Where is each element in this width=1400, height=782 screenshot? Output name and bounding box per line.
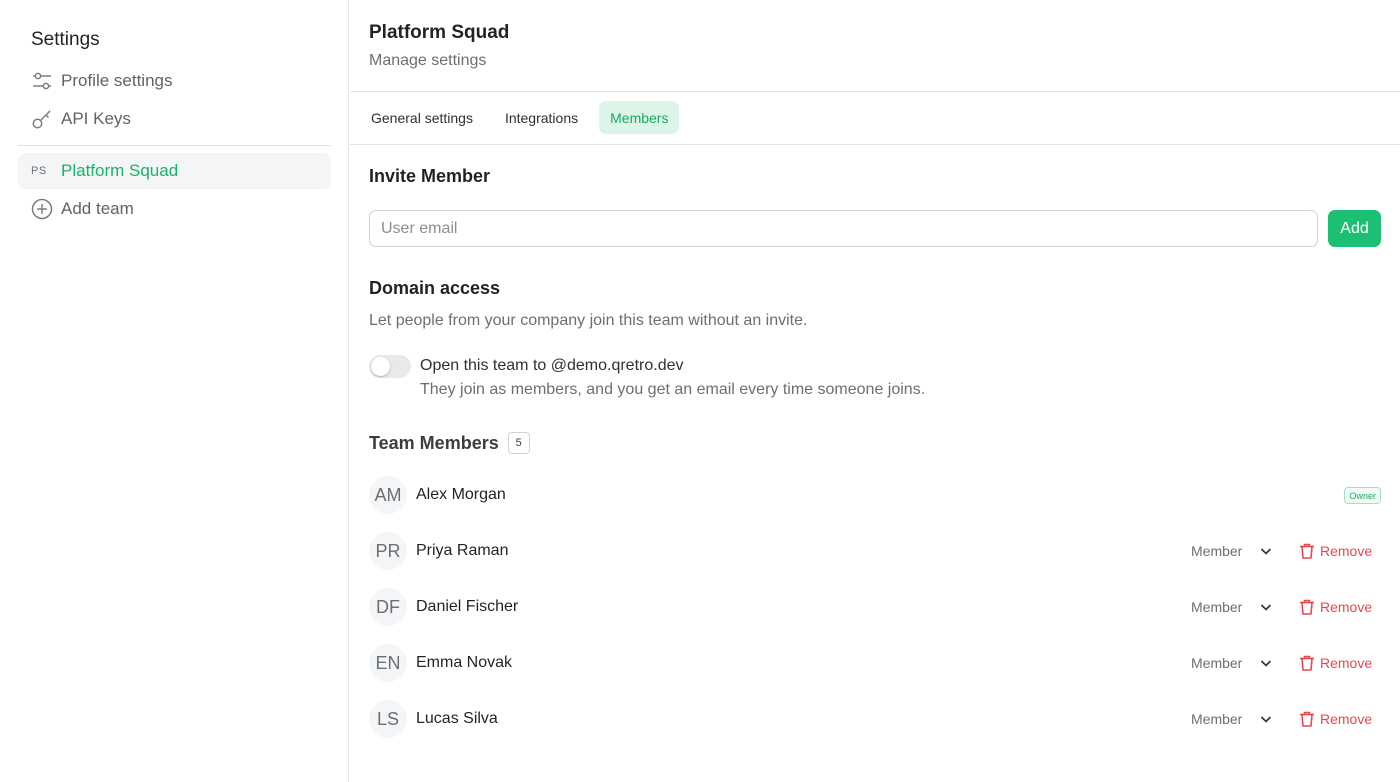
domain-toggle-help: They join as members, and you get an ema… [420,381,926,398]
member-row: DF Daniel Fischer Member Remove [369,587,1381,627]
sidebar-item-label: API Keys [61,109,131,128]
member-name: Daniel Fischer [416,598,519,615]
chevron-down-icon [1259,656,1273,670]
user-email-input[interactable] [369,210,1318,247]
remove-member-button[interactable]: Remove [1298,539,1372,563]
team-abbreviation: PS [31,165,47,177]
team-name: Platform Squad [61,161,179,180]
member-name: Lucas Silva [416,710,498,727]
settings-tabs: General settings Integrations Members [360,101,680,134]
member-row: EN Emma Novak Member Remove [369,643,1381,683]
tab-members[interactable]: Members [599,101,680,134]
trash-icon [1298,654,1316,672]
role-value: Member [1191,599,1243,615]
avatar: LS [369,700,407,738]
role-select[interactable]: Member [1191,595,1273,619]
sidebar-divider [18,145,331,146]
remove-label: Remove [1320,655,1373,671]
member-row: AM Alex Morgan Owner [369,475,1381,515]
tab-general-settings[interactable]: General settings [360,101,484,134]
avatar: AM [369,476,407,514]
add-team-button[interactable]: Add team [31,195,134,223]
add-member-button[interactable]: Add [1328,210,1381,247]
chevron-down-icon [1259,544,1273,558]
domain-access-heading: Domain access [369,278,501,298]
sidebar-item-platform-squad[interactable]: PS Platform Squad [18,153,331,189]
remove-member-button[interactable]: Remove [1298,651,1372,675]
tab-integrations[interactable]: Integrations [494,101,589,134]
avatar: EN [369,644,407,682]
domain-access-toggle[interactable] [369,355,411,378]
sidebar-item-label: Profile settings [61,71,173,90]
header-divider [350,91,1400,92]
domain-toggle-label: Open this team to @demo.qretro.dev [420,357,684,374]
settings-sidebar: Settings Profile settings API Keys PS Pl… [0,0,349,782]
role-select[interactable]: Member [1191,707,1273,731]
avatar: DF [369,588,407,626]
chevron-down-icon [1259,712,1273,726]
key-icon [31,108,53,130]
chevron-down-icon [1259,600,1273,614]
member-row: PR Priya Raman Member Remove [369,531,1381,571]
add-team-label: Add team [61,199,134,218]
member-name: Alex Morgan [416,486,506,503]
sidebar-title: Settings [31,29,100,50]
remove-label: Remove [1320,599,1373,615]
role-value: Member [1191,711,1243,727]
page-title: Platform Squad [369,22,510,43]
team-members-heading: Team Members 5 [369,432,530,454]
owner-badge: Owner [1344,487,1381,504]
domain-access-description: Let people from your company join this t… [369,312,808,329]
member-name: Emma Novak [416,654,513,671]
plus-circle-icon [31,198,53,220]
tabs-divider [350,144,1400,145]
main-panel: Platform Squad Manage settings General s… [350,0,1400,782]
toggle-knob [371,357,390,376]
remove-label: Remove [1320,711,1373,727]
remove-member-button[interactable]: Remove [1298,707,1372,731]
sidebar-item-api-keys[interactable]: API Keys [31,105,131,133]
sidebar-item-profile-settings[interactable]: Profile settings [31,67,173,95]
trash-icon [1298,598,1316,616]
role-select[interactable]: Member [1191,539,1273,563]
member-name: Priya Raman [416,542,509,559]
avatar: PR [369,532,407,570]
role-value: Member [1191,655,1243,671]
member-row: LS Lucas Silva Member Remove [369,699,1381,739]
sliders-icon [31,70,53,92]
remove-member-button[interactable]: Remove [1298,595,1372,619]
page-subtitle: Manage settings [369,52,487,69]
remove-label: Remove [1320,543,1373,559]
role-select[interactable]: Member [1191,651,1273,675]
role-value: Member [1191,543,1243,559]
member-count-badge: 5 [507,432,530,454]
team-members-title: Team Members [369,432,499,453]
invite-member-heading: Invite Member [369,166,491,186]
trash-icon [1298,542,1316,560]
trash-icon [1298,710,1316,728]
